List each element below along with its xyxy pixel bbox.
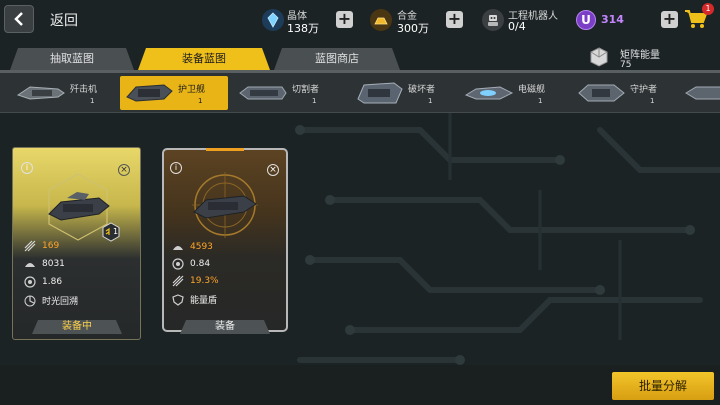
ship-item-destroyer[interactable]: 破坏者 1 [350,76,458,110]
ship-item-escort[interactable]: 护卫舰 1 [120,76,228,110]
info-icon[interactable]: i [170,162,182,174]
add-alloy-button[interactable]: + [446,11,463,28]
ship-count: 1 [312,97,317,105]
chevron-left-icon [14,12,23,26]
hull-value: 8031 [42,259,65,269]
ship-item-cutter[interactable]: 切割者 1 [234,76,342,110]
ship-item-guardian[interactable]: 守护者 1 [572,76,680,110]
top-bar: 返回 晶体 138万 + 合金 300万 + 工程机器人 0/4 U 314 +… [0,0,720,40]
skill-name: 时光回溯 [42,297,79,307]
back-label[interactable]: 返回 [50,10,78,30]
fighter-ship-icon [16,86,65,100]
hull-icon [25,263,35,267]
stat-row-speed: 0.84 [172,258,210,270]
add-crystal-button[interactable]: + [336,11,353,28]
ship-item-emp-ship[interactable]: 电磁舰 1 [460,76,568,110]
ship-count: 1 [198,97,203,105]
robot-value: 0/4 [508,20,526,33]
batch-dismantle-button[interactable]: 批量分解 [612,372,714,400]
stat-row-crit: 19.3% [172,275,219,287]
alloy-icon [370,9,392,31]
guardian-ship-icon [578,84,625,102]
card-top-accent [206,148,244,151]
ship-count: 1 [538,97,543,105]
tab-equip-blueprint[interactable]: 装备蓝图 [138,48,270,70]
stat-row-skill: 能量盾 [172,293,217,306]
crystal-icon [262,9,284,31]
cutter-ship-icon [239,86,287,100]
ship-type-strip: 歼击机 1 护卫舰 1 切割者 1 破坏者 1 电磁舰 1 守护者 1 [0,73,720,113]
back-button[interactable] [4,5,34,33]
cart-badge: 1 [702,3,714,15]
ship-count: 1 [650,97,655,105]
stat-row-skill: 时光回溯 [24,294,78,307]
speed-icon [24,276,36,288]
ship-name: 破坏者 [408,85,436,95]
ship-name: 护卫舰 [178,85,206,95]
premium-currency-value: 314 [601,13,624,26]
ship-name: 电磁舰 [518,85,546,95]
blueprint-ship-icon [192,172,258,238]
ship-name: 守护者 [630,85,658,95]
robot-icon [482,9,504,31]
stat-row-attack: 169 [24,240,59,252]
crit-rate-icon [172,275,184,287]
tab-blueprint-shop[interactable]: 蓝图商店 [274,48,400,70]
stat-row-speed: 1.86 [24,276,62,288]
ship-count: 1 [90,97,95,105]
ship-name: 切割者 [292,85,320,95]
stat-row-hull: 4593 [172,241,213,253]
speed-value: 1.86 [42,277,63,287]
tab-draw-blueprint[interactable]: 抽取蓝图 [10,48,134,70]
ship-icon [685,86,720,100]
hull-value: 4593 [190,242,213,252]
close-icon[interactable]: × [118,164,130,176]
destroyer-ship-icon [357,82,403,104]
ship-count: 1 [428,97,433,105]
speed-value: 0.84 [190,259,211,269]
emp-ship-icon [464,86,514,100]
time-rewind-icon [24,295,36,306]
premium-currency-icon: U [576,10,596,30]
attack-value: 169 [42,241,60,251]
matrix-cube-icon [590,47,608,67]
crystal-value: 138万 [287,22,319,35]
matrix-energy-label: 矩阵能量 [620,50,660,61]
ship-name: 歼击机 [70,85,98,95]
speed-icon [172,258,184,270]
stat-row-hull: 8031 [24,258,65,270]
info-icon[interactable]: i [21,162,33,174]
close-icon[interactable]: × [267,164,279,176]
equipped-button[interactable]: 装备中 [32,320,122,334]
ship-item-partial[interactable] [680,76,720,110]
escort-ship-icon [126,84,173,102]
rank-value: 1 [113,227,119,236]
ship-item-fighter[interactable]: 歼击机 1 [12,76,120,110]
equip-button[interactable]: 装备 [180,320,270,334]
alloy-value: 300万 [397,22,429,35]
crit-value: 19.3% [190,276,219,286]
matrix-energy-value: 75 [620,60,632,70]
hull-icon [173,246,183,250]
add-premium-button[interactable]: + [661,11,678,28]
skill-name: 能量盾 [190,296,218,306]
attack-icon [24,240,36,252]
energy-shield-icon [172,293,184,306]
